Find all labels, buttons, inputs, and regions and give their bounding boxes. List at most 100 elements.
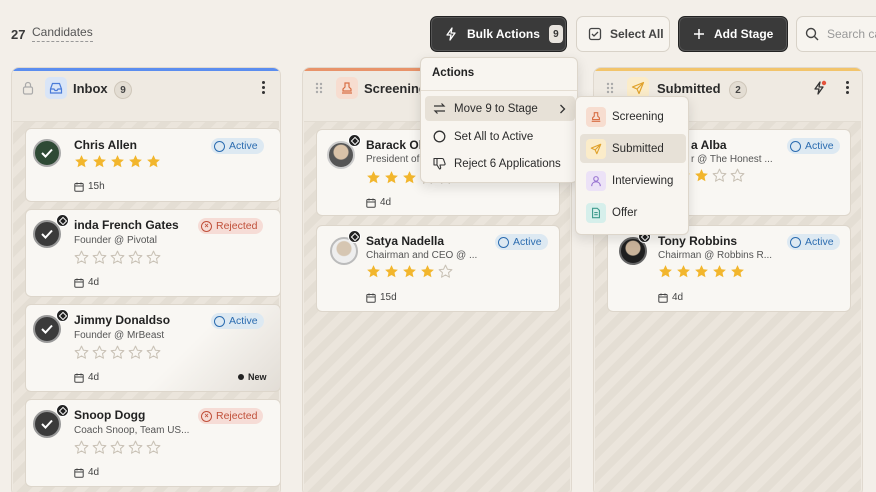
calendar-icon (74, 278, 84, 288)
star-rating[interactable] (74, 440, 161, 455)
more-icon[interactable] (260, 81, 266, 97)
star-rating[interactable] (658, 264, 745, 279)
star-filled-icon[interactable] (420, 264, 435, 279)
star-empty-icon[interactable] (110, 250, 125, 265)
star-rating[interactable] (74, 154, 161, 169)
menu-title: Actions (432, 67, 475, 79)
candidate-card[interactable]: Chris Allen Active 15h (25, 128, 280, 202)
status-badge[interactable]: Active (211, 313, 264, 329)
candidate-role: Founder @ MrBeast (74, 330, 165, 341)
checkbox-icon (588, 27, 602, 41)
search-field[interactable]: Search ca (796, 16, 876, 52)
time-in-stage: 4d (658, 292, 683, 303)
column-inbox: Inbox 9 Chris Allen Active 15h inda Fren… (11, 67, 281, 492)
status-badge[interactable]: × Rejected (198, 218, 264, 234)
status-badge[interactable]: × Rejected (198, 408, 264, 424)
star-filled-icon[interactable] (128, 154, 143, 169)
bulk-actions-button[interactable]: Bulk Actions 9 (430, 16, 567, 52)
star-empty-icon[interactable] (110, 440, 125, 455)
candidate-name: Barack Ob (366, 138, 427, 152)
lock-icon[interactable] (21, 81, 35, 95)
star-empty-icon[interactable] (74, 345, 89, 360)
calendar-icon (74, 468, 84, 478)
submenu-item-screening[interactable]: Screening (580, 102, 686, 131)
source-badge-icon (56, 214, 69, 227)
star-empty-icon[interactable] (730, 168, 745, 183)
candidate-card[interactable]: Tony Robbins Chairman @ Robbins R... Act… (607, 225, 851, 312)
star-filled-icon[interactable] (384, 170, 399, 185)
drag-handle-icon[interactable] (314, 81, 324, 95)
star-empty-icon[interactable] (92, 345, 107, 360)
star-empty-icon[interactable] (146, 250, 161, 265)
star-filled-icon[interactable] (74, 154, 89, 169)
star-empty-icon[interactable] (438, 264, 453, 279)
star-filled-icon[interactable] (694, 264, 709, 279)
star-filled-icon[interactable] (730, 264, 745, 279)
star-filled-icon[interactable] (712, 264, 727, 279)
star-filled-icon[interactable] (402, 264, 417, 279)
menu-item-move-to-stage[interactable]: Move 9 to Stage (425, 96, 575, 121)
add-stage-button[interactable]: Add Stage (678, 16, 788, 52)
status-badge[interactable]: Active (211, 138, 264, 154)
avatar (33, 139, 61, 167)
drag-handle-icon[interactable] (605, 81, 615, 95)
automation-lightning-icon[interactable] (811, 80, 827, 96)
star-empty-icon[interactable] (92, 440, 107, 455)
select-all-label: Select All (610, 27, 664, 41)
more-icon[interactable] (844, 81, 850, 97)
star-empty-icon[interactable] (712, 168, 727, 183)
star-filled-icon[interactable] (92, 154, 107, 169)
source-badge-icon (348, 230, 361, 243)
submenu-item-offer[interactable]: Offer (580, 198, 686, 227)
star-rating[interactable] (74, 345, 161, 360)
star-empty-icon[interactable] (128, 440, 143, 455)
time-in-stage: 4d (74, 467, 99, 478)
star-empty-icon[interactable] (110, 345, 125, 360)
candidate-card[interactable]: Snoop Dogg Coach Snoop, Team US... × Reje… (25, 399, 280, 487)
time-in-stage: 4d (74, 372, 99, 383)
document-icon (586, 202, 606, 223)
status-badge[interactable]: Active (787, 138, 840, 154)
star-empty-icon[interactable] (74, 440, 89, 455)
submenu-item-submitted[interactable]: Submitted (580, 134, 686, 163)
star-empty-icon[interactable] (92, 250, 107, 265)
star-filled-icon[interactable] (366, 170, 381, 185)
star-filled-icon[interactable] (110, 154, 125, 169)
star-filled-icon[interactable] (366, 264, 381, 279)
circle-icon (433, 130, 446, 143)
star-empty-icon[interactable] (146, 345, 161, 360)
star-rating[interactable] (366, 264, 453, 279)
select-all-button[interactable]: Select All (576, 16, 670, 52)
bulk-actions-menu: Actions Move 9 to Stage Set All to Activ… (420, 57, 578, 183)
star-filled-icon[interactable] (658, 264, 673, 279)
submenu-item-interviewing[interactable]: Interviewing (580, 166, 686, 195)
star-empty-icon[interactable] (128, 250, 143, 265)
candidate-card[interactable]: inda French Gates Founder @ Pivotal × Rej… (25, 209, 280, 297)
star-filled-icon[interactable] (676, 264, 691, 279)
search-icon (805, 27, 819, 41)
star-filled-icon[interactable] (146, 154, 161, 169)
status-badge[interactable]: Active (495, 234, 548, 250)
star-filled-icon[interactable] (402, 170, 417, 185)
candidate-card[interactable]: Jimmy Donaldso Founder @ MrBeast Active … (25, 304, 280, 392)
status-badge[interactable]: Active (787, 234, 840, 250)
candidates-link[interactable]: Candidates (32, 25, 93, 42)
new-tag: New (238, 372, 267, 382)
candidate-card[interactable]: Satya Nadella Chairman and CEO @ ... Act… (316, 225, 560, 312)
candidate-name: inda French Gates (74, 218, 179, 232)
inbox-icon (45, 77, 67, 99)
lightning-icon (446, 27, 456, 41)
star-filled-icon[interactable] (384, 264, 399, 279)
chevron-right-icon (560, 104, 566, 113)
column-title: Submitted (657, 81, 721, 96)
menu-item-set-active[interactable]: Set All to Active (425, 124, 575, 149)
column-count: 9 (114, 81, 132, 99)
star-empty-icon[interactable] (74, 250, 89, 265)
star-filled-icon[interactable] (694, 168, 709, 183)
star-empty-icon[interactable] (128, 345, 143, 360)
star-rating[interactable] (74, 250, 161, 265)
menu-item-reject[interactable]: Reject 6 Applications (425, 151, 575, 176)
star-empty-icon[interactable] (146, 440, 161, 455)
candidate-name: Tony Robbins (658, 234, 738, 248)
candidate-count: 27 (11, 27, 26, 42)
